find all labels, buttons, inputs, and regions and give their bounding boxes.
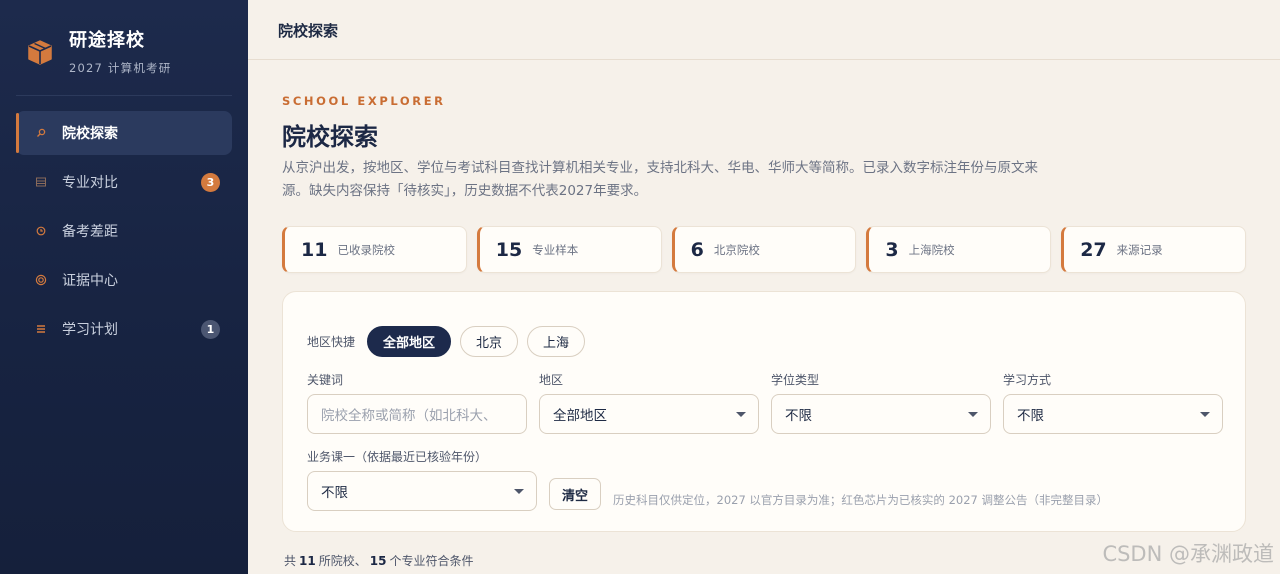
course-label: 业务课一（依据最近已核验年份） [307, 450, 488, 464]
target-icon [34, 273, 48, 287]
page-intro: 从京沪出发，按地区、学位与考试科目查找计算机相关专业，支持北科大、华电、华师大等… [282, 160, 1038, 199]
watermark: CSDN @承渊政道 [1102, 542, 1274, 566]
count-badge: 3 [201, 173, 220, 192]
filter-panel: 地区快捷 全部地区 北京 上海 关键词 院校全称或简称（如北科大、 地区 全部地… [282, 291, 1246, 532]
sidebar-item-evidence-center[interactable]: 证据中心 [16, 258, 232, 302]
brand-title: 研途择校 [69, 30, 145, 51]
result-summary: 共 11 所院校、 15 个专业符合条件 [284, 552, 473, 569]
brand: 研途择校 2027 计算机考研 [26, 28, 171, 76]
sidebar-item-label: 学习计划 [62, 322, 118, 338]
course-select-value: 不限 [321, 485, 348, 501]
sidebar-item-label: 院校探索 [62, 126, 118, 142]
stat-value: 27 [1080, 238, 1107, 261]
study-mode-value: 不限 [1017, 408, 1044, 424]
page-title: 院校探索 [282, 123, 378, 151]
study-mode-select[interactable]: 不限 [1003, 394, 1223, 434]
sidebar-item-label: 备考差距 [62, 224, 118, 240]
sidebar-divider [16, 95, 232, 96]
brand-subtitle: 2027 计算机考研 [69, 61, 172, 75]
chevron-down-icon [1200, 412, 1210, 417]
sidebar-nav: 院校探索 专业对比 3 备考差距 证据中心 学习计划 1 [16, 111, 232, 356]
keyword-input[interactable]: 院校全称或简称（如北科大、 [307, 394, 527, 434]
chevron-down-icon [514, 489, 524, 494]
clock-icon [34, 224, 48, 238]
box-logo-icon [26, 38, 54, 66]
sidebar-item-school-explorer[interactable]: 院校探索 [16, 111, 232, 155]
chevron-down-icon [968, 412, 978, 417]
stat-value: 11 [301, 238, 328, 261]
stat-label: 上海院校 [908, 242, 955, 257]
sidebar-item-major-compare[interactable]: 专业对比 3 [16, 160, 232, 204]
stat-label: 北京院校 [713, 242, 760, 257]
school-count: 11 [299, 554, 316, 568]
chip-beijing[interactable]: 北京 [460, 326, 519, 357]
count-badge: 1 [201, 320, 220, 339]
stat-label: 来源记录 [1116, 242, 1163, 257]
top-bar: 院校探索 [248, 0, 1280, 60]
sidebar: 研途择校 2027 计算机考研 院校探索 专业对比 3 备考差距 证据中心 学习… [0, 0, 248, 574]
study-mode-label: 学习方式 [1003, 373, 1052, 387]
stat-label: 已收录院校 [337, 242, 395, 257]
stat-value: 6 [690, 238, 704, 261]
stat-card-schools: 11 已收录院校 [282, 226, 467, 273]
region-select[interactable]: 全部地区 [539, 394, 759, 434]
region-quick-row: 地区快捷 全部地区 北京 上海 [307, 326, 594, 357]
sidebar-item-label: 证据中心 [62, 273, 118, 289]
filter-hint: 历史科目仅供定位，2027 以官方目录为准；红色芯片为已核实的 2027 调整公… [613, 493, 1108, 507]
chip-all-regions[interactable]: 全部地区 [367, 326, 452, 357]
sidebar-item-prep-gap[interactable]: 备考差距 [16, 209, 232, 253]
degree-type-label: 学位类型 [771, 373, 820, 387]
sidebar-item-study-plan[interactable]: 学习计划 1 [16, 307, 232, 351]
keyword-label: 关键词 [307, 373, 344, 387]
summary-prefix: 共 [284, 554, 297, 568]
list-icon [34, 322, 48, 336]
chevron-down-icon [736, 412, 746, 417]
summary-middle: 所院校、 [318, 554, 367, 568]
stat-value: 15 [495, 238, 523, 261]
compare-icon [34, 175, 48, 189]
search-icon [34, 126, 48, 140]
sidebar-item-label: 专业对比 [62, 175, 118, 191]
page-breadcrumb: 院校探索 [278, 22, 339, 40]
quick-filter-label: 地区快捷 [307, 335, 356, 349]
degree-type-select[interactable]: 不限 [771, 394, 991, 434]
region-label: 地区 [539, 373, 564, 387]
summary-suffix: 个专业符合条件 [389, 554, 474, 568]
stat-label: 专业样本 [532, 242, 579, 257]
chip-shanghai[interactable]: 上海 [527, 326, 586, 357]
stats-row: 11 已收录院校 15 专业样本 6 北京院校 3 上海院校 27 来源记录 [282, 226, 1246, 273]
major-count: 15 [369, 554, 387, 568]
stat-card-beijing: 6 北京院校 [671, 226, 857, 273]
region-select-value: 全部地区 [553, 408, 607, 424]
stat-card-majors: 15 专业样本 [476, 226, 662, 273]
section-eyebrow: SCHOOL EXPLORER [282, 94, 446, 108]
stat-value: 3 [885, 238, 899, 261]
stat-card-sources: 27 来源记录 [1061, 226, 1246, 273]
course-select[interactable]: 不限 [307, 471, 537, 511]
degree-type-value: 不限 [785, 408, 812, 424]
clear-button[interactable]: 清空 [549, 478, 601, 510]
stat-card-shanghai: 3 上海院校 [866, 226, 1052, 273]
